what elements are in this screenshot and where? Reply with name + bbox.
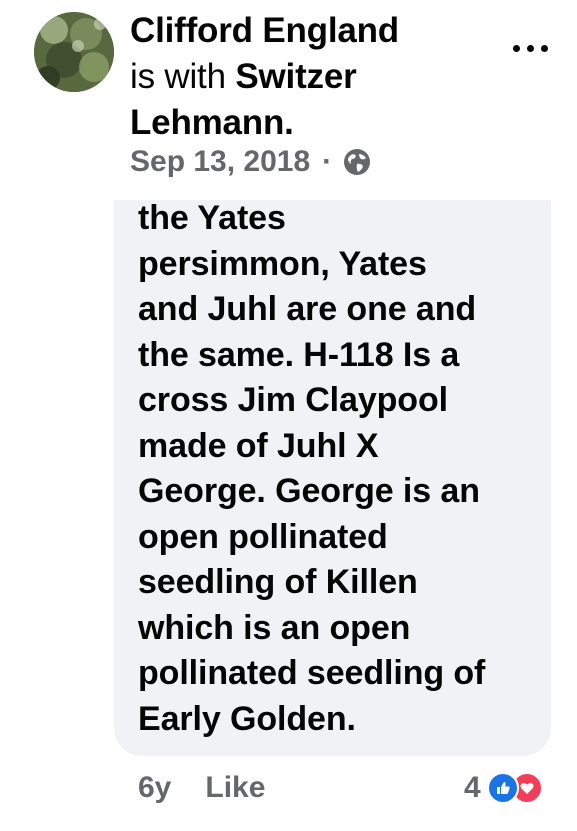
post-header: Clifford England is with Switzer Lehmann…	[130, 8, 450, 146]
comment-text: the Yates persimmon, Yates and Juhl are …	[138, 199, 486, 738]
comment-actions: 6y Like	[138, 766, 265, 810]
reaction-count: 4	[464, 771, 481, 804]
more-dot-icon	[512, 44, 520, 52]
comment-age[interactable]: 6y	[138, 771, 171, 805]
post-date[interactable]: Sep 13, 2018	[130, 145, 310, 179]
more-dot-icon	[540, 44, 548, 52]
like-reaction-icon	[486, 772, 519, 804]
like-button[interactable]: Like	[205, 771, 265, 805]
avatar-image	[34, 12, 114, 92]
reaction-summary[interactable]: 4	[464, 768, 543, 808]
post-meta: Sep 13, 2018 ·	[130, 142, 372, 182]
with-text: is with	[130, 57, 226, 96]
avatar[interactable]	[34, 12, 114, 92]
more-dot-icon	[526, 44, 534, 52]
globe-icon	[344, 149, 371, 175]
more-options-button[interactable]	[505, 28, 555, 68]
author-name[interactable]: Clifford England	[130, 11, 399, 50]
meta-separator: ·	[322, 145, 333, 178]
